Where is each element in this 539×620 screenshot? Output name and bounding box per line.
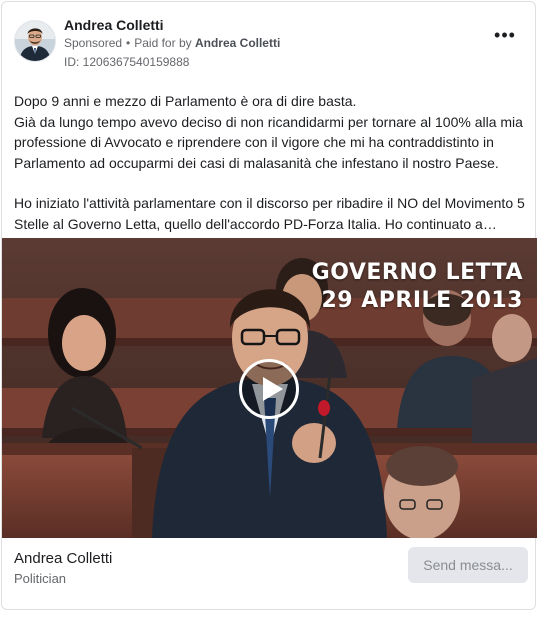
paid-for-label: Paid for by: [134, 36, 192, 50]
ad-header: Andrea Colletti Sponsored • Paid for by An…: [14, 16, 523, 72]
body-line-1: Dopo 9 anni e mezzo di Parlamento è ora …: [14, 93, 357, 109]
payer-name: Andrea Colletti: [194, 36, 281, 50]
separator-dot: •: [126, 36, 131, 50]
video-player[interactable]: GOVERNO LETTA 29 APRILE 2013: [2, 238, 537, 538]
sponsored-label: Sponsored: [64, 36, 123, 50]
ad-footer: Andrea Colletti Politician Send messa...: [2, 538, 537, 610]
ad-card: Andrea Colletti Sponsored • Paid for by An…: [1, 1, 537, 610]
page-name[interactable]: Andrea Colletti: [14, 550, 112, 567]
play-triangle: [263, 377, 283, 401]
advertiser-avatar[interactable]: [14, 20, 56, 62]
body-paragraph-1-rest: Già da lungo tempo avevo deciso di non r…: [14, 113, 523, 171]
play-icon[interactable]: [239, 359, 299, 419]
avatar-image: [15, 21, 55, 61]
page-category: Politician: [14, 571, 67, 586]
ad-body-text: Dopo 9 anni e mezzo di Parlamento è ora …: [14, 91, 529, 234]
sponsored-line: Sponsored • Paid for by Andrea Colletti: [64, 36, 280, 50]
video-overlay-title: GOVERNO LETTA: [311, 260, 523, 285]
send-message-button[interactable]: Send messa...: [408, 547, 528, 583]
video-overlay-date: 29 APRILE 2013: [321, 288, 523, 313]
body-paragraph-2: Ho iniziato l'attività parlamentare con …: [14, 195, 525, 232]
advertiser-name[interactable]: Andrea Colletti: [64, 17, 164, 33]
body-paragraph-1: Dopo 9 anni e mezzo di Parlamento è ora …: [14, 91, 529, 173]
more-options-icon[interactable]: •••: [491, 26, 519, 50]
ad-id: ID: 1206367540159888: [64, 55, 190, 69]
